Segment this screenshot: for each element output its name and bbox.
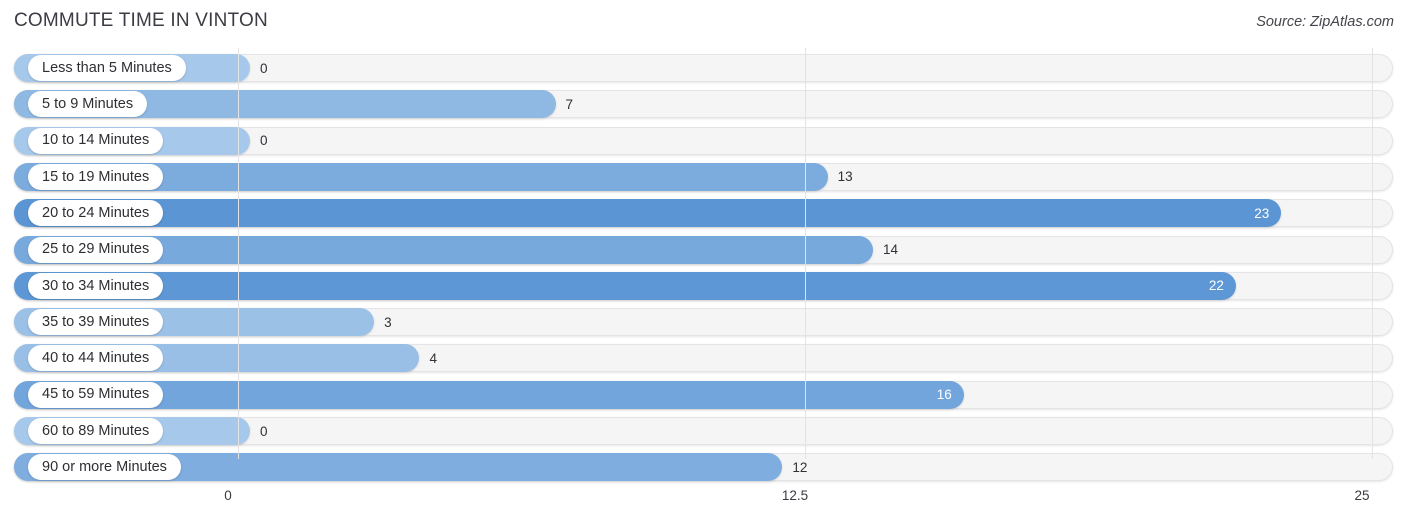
category-label-text: 45 to 59 Minutes	[42, 386, 150, 403]
bar-value-label: 3	[384, 314, 392, 330]
bar-row: 15 to 19 Minutes 13	[14, 162, 1393, 191]
bar-value-label: 14	[883, 242, 899, 257]
bar-value-label: 0	[260, 133, 268, 149]
bar-value-label: 7	[565, 96, 574, 112]
bar-value-label: 13	[837, 169, 853, 185]
bar-value-label: 22	[1208, 278, 1224, 294]
category-label-text: 15 to 19 Minutes	[42, 168, 150, 185]
bar-row: 45 to 59 Minutes 16	[14, 380, 1393, 409]
plot-area: Less than 5 Minutes 0 5 to 9 Minutes 7 10 to…	[0, 48, 1406, 488]
bar[interactable]	[14, 271, 1236, 300]
category-label-text: Less than 5 Minutes	[42, 59, 172, 76]
x-axis-tick-label: 0	[224, 488, 232, 503]
category-label: 20 to 24 Minutes	[28, 200, 164, 227]
category-label-text: 35 to 39 Minutes	[42, 313, 150, 330]
bar-value-label: 23	[1254, 205, 1270, 221]
category-label-text: 10 to 14 Minutes	[42, 132, 150, 149]
gridline	[238, 48, 239, 459]
source-attribution: Source: ZipAtlas.com	[1256, 14, 1394, 30]
bar[interactable]	[14, 199, 1282, 228]
category-label-text: 20 to 24 Minutes	[42, 204, 150, 221]
bar-row: Less than 5 Minutes 0	[14, 54, 1393, 82]
x-axis-tick-label: 12.5	[781, 488, 809, 503]
page-title: COMMUTE TIME IN VINTON	[14, 10, 268, 31]
bar-row: 60 to 89 Minutes 0	[14, 417, 1393, 445]
category-label: 45 to 59 Minutes	[28, 381, 164, 408]
bar-value-label: 16	[936, 387, 952, 403]
gridline	[805, 48, 806, 459]
category-label: 30 to 34 Minutes	[28, 272, 164, 299]
category-label-text: 5 to 9 Minutes	[42, 96, 134, 113]
category-label-text: 90 or more Minutes	[42, 459, 167, 476]
bar-row: 35 to 39 Minutes 3	[14, 308, 1393, 337]
category-label: 10 to 14 Minutes	[28, 127, 164, 154]
category-label-text: 40 to 44 Minutes	[42, 350, 150, 367]
bar-row: 20 to 24 Minutes 23	[14, 199, 1393, 228]
x-axis: 0 12.5 25	[0, 488, 1406, 518]
category-label: Less than 5 Minutes	[28, 55, 186, 81]
category-label-text: 30 to 34 Minutes	[42, 277, 150, 294]
bar-row: 40 to 44 Minutes 4	[14, 344, 1393, 373]
bar-row: 30 to 34 Minutes 22	[14, 271, 1393, 300]
chart-container: COMMUTE TIME IN VINTON Source: ZipAtlas.…	[0, 0, 1406, 523]
category-label: 25 to 29 Minutes	[28, 236, 164, 263]
gridline	[1372, 48, 1373, 459]
bar-row: 25 to 29 Minutes 14	[14, 235, 1393, 264]
category-label-text: 60 to 89 Minutes	[42, 422, 150, 439]
bar-row: 5 to 9 Minutes 7	[14, 90, 1393, 119]
category-label: 90 or more Minutes	[28, 454, 181, 481]
category-label: 5 to 9 Minutes	[28, 91, 148, 118]
category-label-text: 25 to 29 Minutes	[42, 241, 150, 258]
x-axis-tick-label: 25	[1354, 488, 1370, 503]
category-label: 40 to 44 Minutes	[28, 345, 164, 372]
bar-value-label: 0	[260, 60, 268, 76]
bar-row: 10 to 14 Minutes 0	[14, 126, 1393, 155]
category-label: 35 to 39 Minutes	[28, 309, 164, 336]
bar-row: 90 or more Minutes 12	[14, 453, 1393, 482]
category-label: 60 to 89 Minutes	[28, 418, 164, 444]
bar-value-label: 0	[260, 423, 268, 439]
bar-value-label: 4	[429, 350, 437, 366]
category-label: 15 to 19 Minutes	[28, 163, 164, 190]
